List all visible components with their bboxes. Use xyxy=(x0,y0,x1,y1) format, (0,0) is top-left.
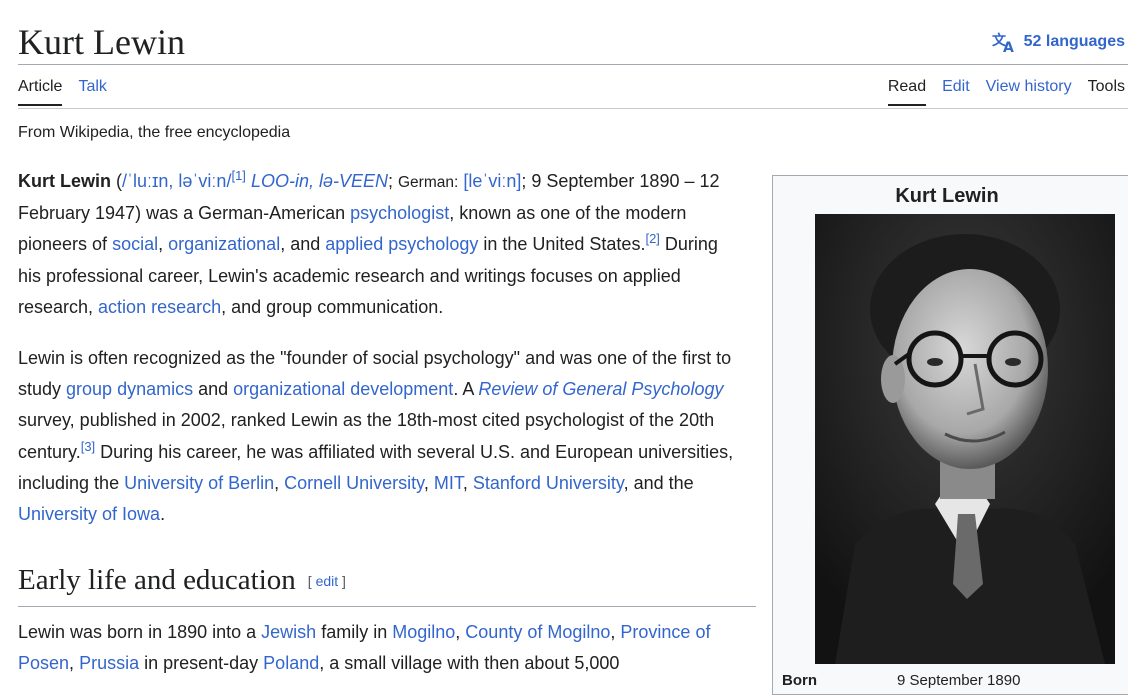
section-edit-link[interactable]: edit xyxy=(316,573,339,589)
link-organizational[interactable]: organizational xyxy=(168,234,280,254)
link-poland[interactable]: Poland xyxy=(263,653,319,673)
para-text: in present-day xyxy=(139,653,264,674)
title-divider xyxy=(18,64,1128,65)
second-paragraph: Lewin is often recognized as the "founde… xyxy=(18,348,734,525)
link-university-of-iowa[interactable]: University of Iowa xyxy=(18,504,160,524)
tab-edit[interactable]: Edit xyxy=(942,78,970,104)
namespace-tabs: Article Talk xyxy=(18,78,123,110)
tab-article[interactable]: Article xyxy=(18,78,63,106)
para-text: . xyxy=(160,504,166,525)
language-selector[interactable]: 文 A 52 languages xyxy=(992,31,1125,53)
tab-tools[interactable]: Tools xyxy=(1088,78,1125,104)
tab-talk[interactable]: Talk xyxy=(78,78,106,104)
subject-name: Kurt Lewin xyxy=(18,171,111,191)
section-edit: [ edit ] xyxy=(308,573,346,589)
link-psychologist[interactable]: psychologist xyxy=(350,203,449,223)
languages-label[interactable]: 52 languages xyxy=(1024,33,1125,51)
para-text: , and the xyxy=(623,472,694,493)
tabs-divider xyxy=(18,108,1128,109)
link-review-general-psychology[interactable]: Review of General Psychology xyxy=(478,379,723,399)
para-text: and xyxy=(193,379,234,400)
intro-text: , and group communication. xyxy=(221,296,444,317)
link-group-dynamics[interactable]: group dynamics xyxy=(66,379,193,399)
link-prussia[interactable]: Prussia xyxy=(79,653,139,673)
link-jewish[interactable]: Jewish xyxy=(261,622,316,642)
german-label: German: xyxy=(398,174,459,191)
infobox-title: Kurt Lewin xyxy=(895,185,999,207)
translate-icon: 文 A xyxy=(992,32,1014,53)
tab-read[interactable]: Read xyxy=(887,78,927,106)
view-tabs: Read Edit View history Tools xyxy=(887,78,1125,110)
ref-1[interactable]: [1] xyxy=(231,168,245,183)
tab-view-history[interactable]: View history xyxy=(986,78,1072,104)
portrait-photo[interactable] xyxy=(815,214,1115,664)
infobox: Kurt Lewin Born 9 September 1890 xyxy=(772,175,1128,695)
respelling-link[interactable]: LOO-in, lə-VEEN xyxy=(251,171,388,191)
para-text: family in xyxy=(316,622,393,642)
infobox-born-label: Born xyxy=(782,672,817,689)
link-mit[interactable]: MIT xyxy=(434,473,463,493)
german-ipa-link[interactable]: [leˈviːn] xyxy=(463,171,521,191)
link-county-of-mogilno[interactable]: County of Mogilno xyxy=(465,622,610,642)
ref-2[interactable]: [2] xyxy=(645,231,659,246)
infobox-born-value: 9 September 1890 xyxy=(897,672,1021,689)
early-life-paragraph: Lewin was born in 1890 into a Jewish fam… xyxy=(18,622,711,674)
page-title: Kurt Lewin xyxy=(18,22,185,62)
ipa-link[interactable]: /ˈluːɪn, ləˈviːn/ xyxy=(122,171,231,191)
link-university-of-berlin[interactable]: University of Berlin xyxy=(124,473,274,493)
link-applied-psychology[interactable]: applied psychology xyxy=(325,234,478,254)
intro-text: , and xyxy=(280,234,326,255)
section-heading-text: Early life and education xyxy=(18,564,296,596)
link-organizational-development[interactable]: organizational development xyxy=(233,379,453,399)
article-body: Kurt Lewin (/ˈluːɪn, ləˈviːn/[1] LOO-in,… xyxy=(18,166,740,550)
edit-bracket: ] xyxy=(338,573,346,589)
ref-3[interactable]: [3] xyxy=(81,439,95,454)
intro-paragraph: Kurt Lewin (/ˈluːɪn, ləˈviːn/[1] LOO-in,… xyxy=(18,168,720,317)
edit-bracket: [ xyxy=(307,573,316,589)
link-stanford-university[interactable]: Stanford University xyxy=(473,473,624,493)
intro-text: in the United States. xyxy=(478,234,646,255)
para-text: , a small village with then about 5,000 xyxy=(319,653,620,674)
link-action-research[interactable]: action research xyxy=(98,297,221,317)
link-cornell-university[interactable]: Cornell University xyxy=(284,473,424,493)
svg-text:A: A xyxy=(1003,40,1014,53)
link-social[interactable]: social xyxy=(112,234,158,254)
section-heading: Early life and education [ edit ] xyxy=(18,558,756,607)
para-text: Lewin was born in 1890 into a xyxy=(18,622,262,642)
portrait-image xyxy=(815,214,1115,664)
link-mogilno[interactable]: Mogilno xyxy=(392,622,455,642)
para-text: . A xyxy=(453,379,479,400)
tagline: From Wikipedia, the free encyclopedia xyxy=(18,124,291,141)
